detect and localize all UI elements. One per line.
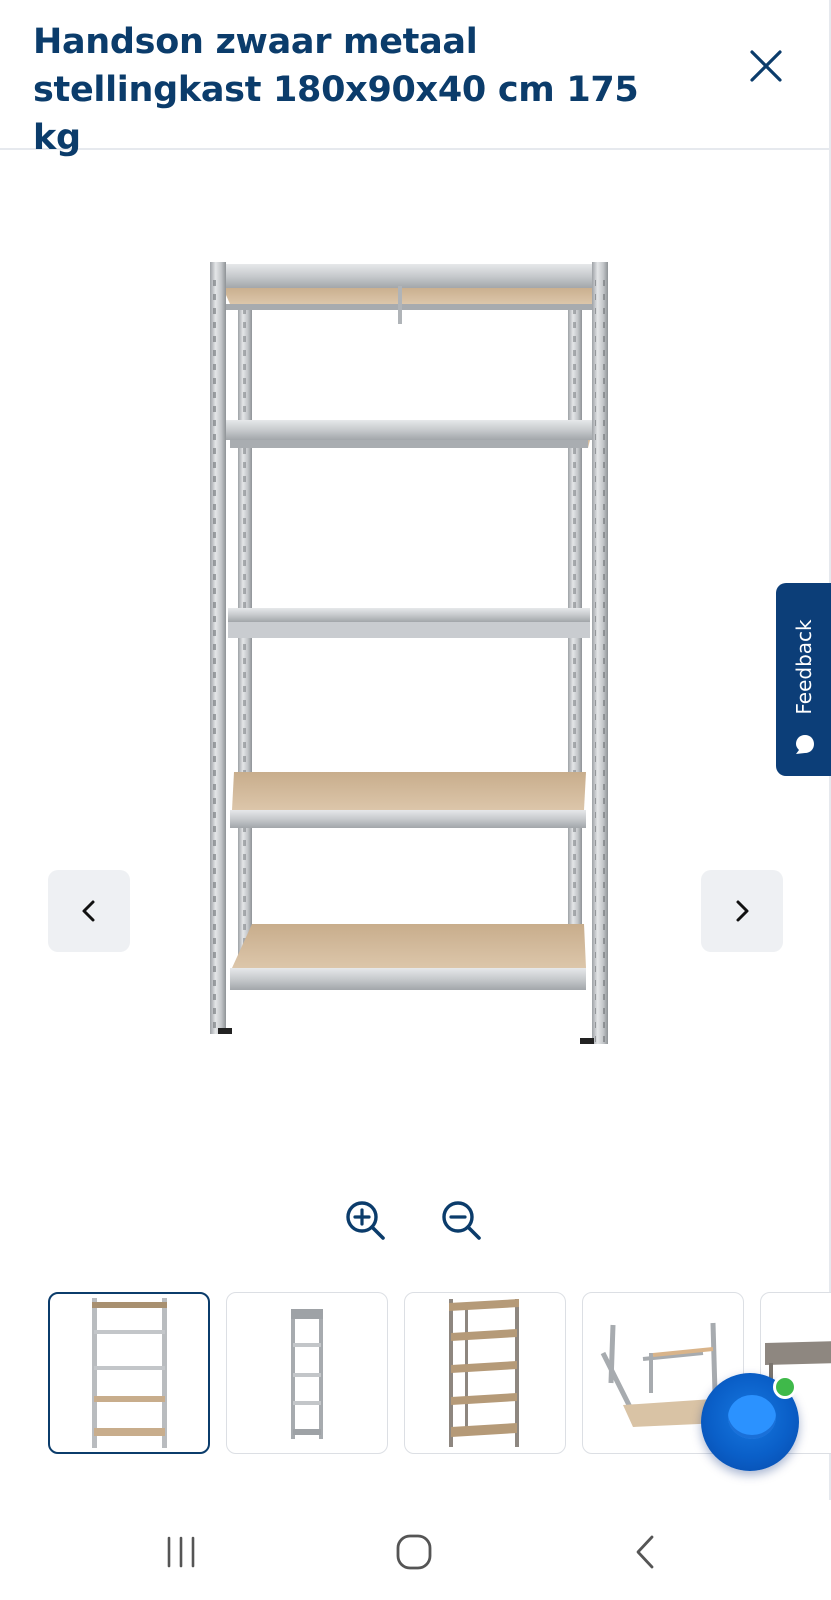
recent-apps-button[interactable]	[153, 1524, 209, 1580]
modal-header: Handson zwaar metaal stellingkast 180x90…	[0, 0, 831, 158]
thumbnail-image	[92, 1298, 167, 1448]
home-button[interactable]	[386, 1524, 442, 1580]
shelf-3	[228, 608, 590, 638]
thumbnail-3[interactable]	[404, 1292, 566, 1454]
next-image-button[interactable]	[701, 870, 783, 952]
chevron-left-icon	[82, 900, 95, 922]
shelf-2	[226, 420, 592, 448]
product-image	[210, 262, 608, 1044]
home-icon	[396, 1534, 432, 1570]
thumbnail-image	[449, 1299, 519, 1447]
chat-bubble-icon	[728, 1395, 776, 1439]
speech-bubble-icon	[796, 735, 814, 754]
previous-image-button[interactable]	[48, 870, 130, 952]
product-title: Handson zwaar metaal stellingkast 180x90…	[33, 22, 639, 158]
recent-apps-icon	[167, 1536, 195, 1568]
feedback-label: Feedback	[792, 619, 816, 715]
back-button[interactable]	[618, 1524, 674, 1580]
shelf-5	[230, 924, 586, 990]
zoom-out-icon	[442, 1201, 481, 1240]
back-icon	[636, 1535, 654, 1569]
chevron-right-icon	[736, 900, 749, 922]
zoom-in-button[interactable]	[343, 1198, 389, 1244]
chat-button[interactable]	[701, 1373, 799, 1471]
thumbnail-2[interactable]	[226, 1292, 388, 1454]
zoom-in-icon	[346, 1201, 385, 1240]
image-viewer	[0, 152, 831, 1282]
zoom-out-button[interactable]	[439, 1198, 485, 1244]
close-icon	[750, 50, 782, 82]
thumbnail-image	[291, 1309, 323, 1439]
shelf-4	[230, 772, 586, 828]
thumbnail-1[interactable]	[48, 1292, 210, 1454]
close-button[interactable]	[744, 44, 788, 88]
shelf-1	[212, 264, 608, 324]
feedback-tab[interactable]: Feedback	[776, 583, 831, 776]
online-status-dot	[773, 1375, 797, 1399]
system-navigation-bar	[0, 1502, 831, 1600]
